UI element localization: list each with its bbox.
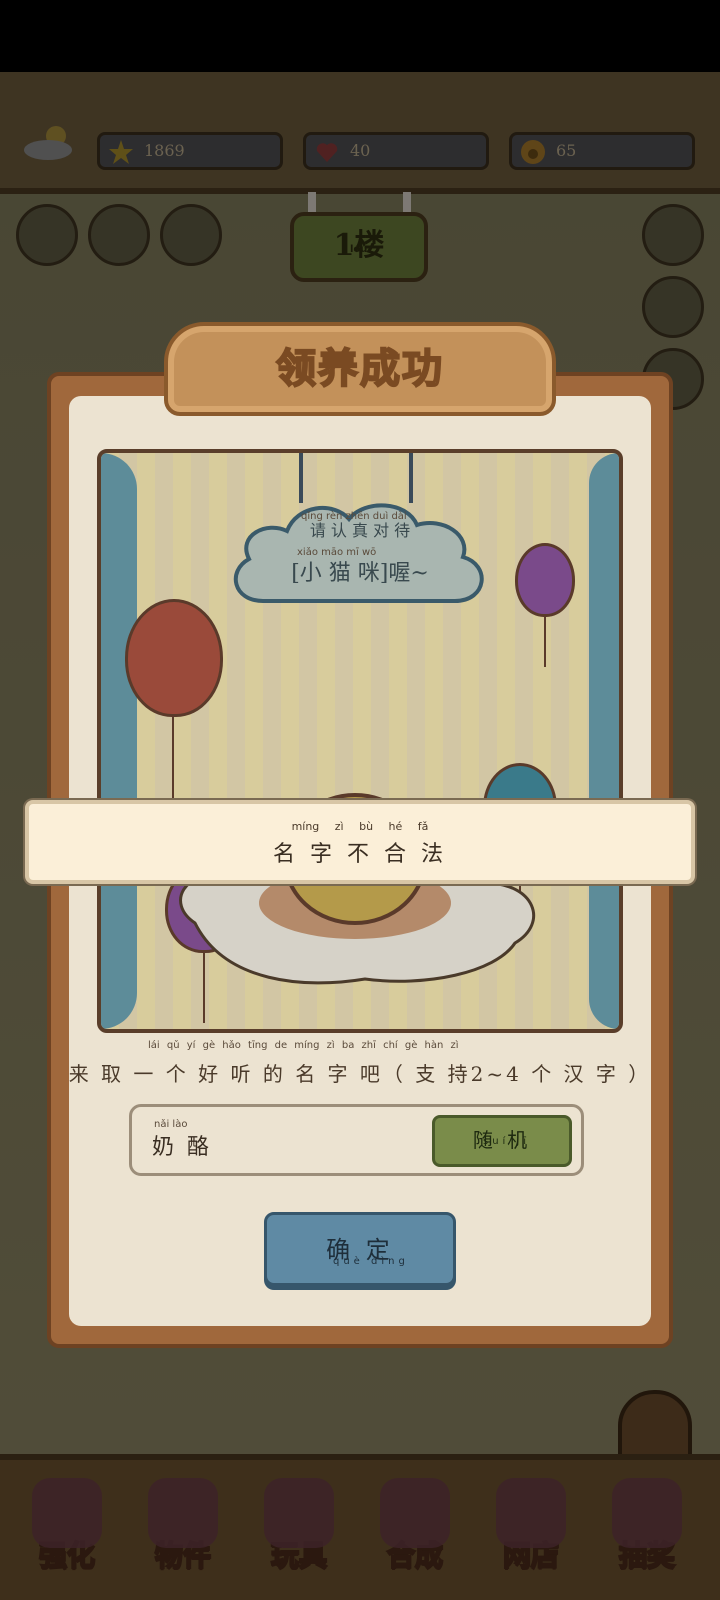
error-toast: míng zì bù hé fǎ 名 字 不 合 法 (25, 800, 695, 884)
confirm-pinyin: què dìng (333, 1256, 409, 1267)
toast-message: 名 字 不 合 法 (273, 842, 447, 867)
hint-pinyin: lái qǔ yí gè hǎo tīng de míng zì ba zhī … (148, 1040, 459, 1051)
random-pinyin: suí jī (483, 1136, 531, 1147)
balloon-string (544, 617, 546, 667)
adoption-scene: qǐng rèn zhēn duì dài 请 认 真 对 待 xiǎo māo… (97, 449, 623, 1033)
dialog-title: 领养成功 (275, 345, 444, 393)
dialog-title-plaque: 领养成功 (164, 322, 556, 416)
purple-balloon (515, 543, 575, 617)
random-name-button[interactable]: suí jī 随 机 (432, 1115, 572, 1167)
cloud-line1: 请 认 真 对 待 (309, 521, 411, 540)
status-bar (0, 0, 720, 72)
name-hint: 来 取 一 个 好 听 的 名 字 吧（ 支 持2~4 个 汉 字 ） (68, 1062, 652, 1086)
confirm-button[interactable]: què dìng 确 定 (264, 1212, 456, 1286)
red-balloon (125, 599, 223, 717)
toast-pinyin: míng zì bù hé fǎ (291, 820, 429, 833)
name-value: 奶 酪 (152, 1135, 212, 1160)
